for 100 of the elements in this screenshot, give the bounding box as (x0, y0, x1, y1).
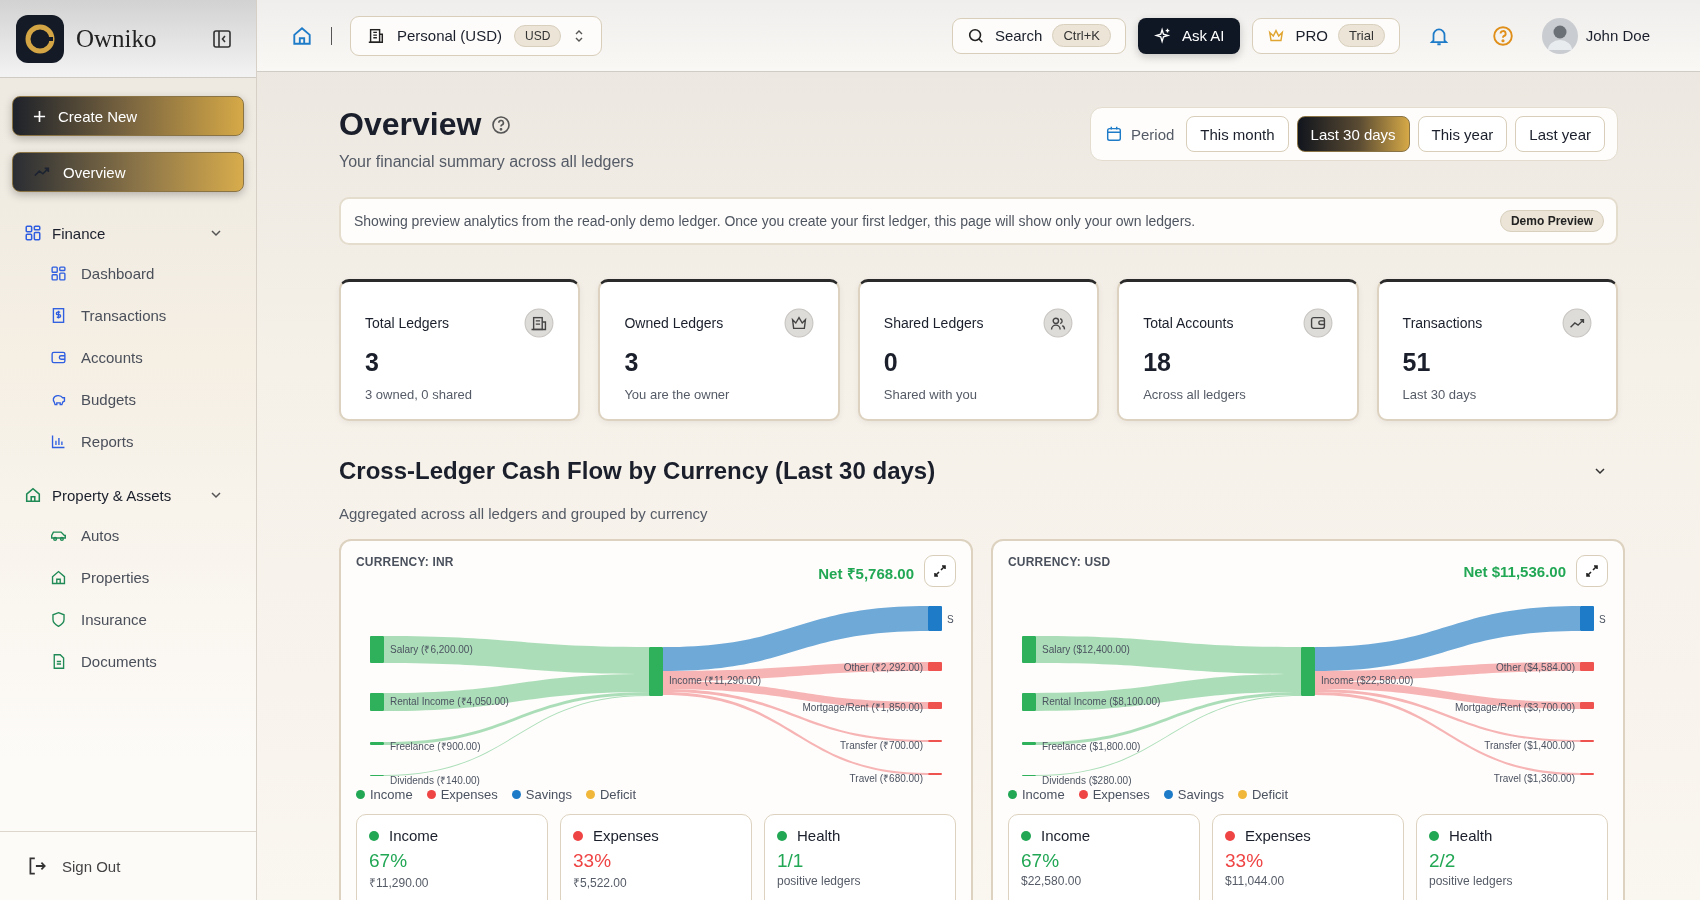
chevron-icon[interactable] (210, 227, 222, 239)
legend-label: Expenses (1092, 787, 1150, 802)
sidebar-item[interactable]: Transactions (12, 294, 244, 336)
legend-label: Income (370, 787, 413, 802)
stat-title: Shared Ledgers (883, 315, 984, 331)
stat-value: 0 (883, 348, 899, 377)
metric-detail: positive ledgers (1429, 874, 1514, 888)
ledger-selector[interactable]: Personal (USD) USD (350, 15, 603, 56)
period-tab[interactable]: Last 30 days (1296, 116, 1410, 152)
sidebar-item[interactable]: Properties (12, 556, 244, 598)
crown-icon (783, 308, 814, 338)
wallet-icon (1302, 308, 1333, 338)
metric-detail: ₹5,522.00 (573, 875, 628, 891)
stat-value: 3 (624, 348, 640, 377)
metric-label: Health (797, 827, 841, 844)
expand-icon (1584, 563, 1600, 579)
overview-nav-item[interactable]: Overview (12, 152, 244, 192)
sidebar-item[interactable]: Reports (12, 420, 244, 462)
metric-detail: $11,044.00 (1225, 874, 1286, 888)
collapse-sidebar-icon[interactable] (212, 28, 232, 49)
metric-detail: positive ledgers (777, 874, 862, 888)
stat-note: Last 30 days (1402, 387, 1478, 402)
flow-label: Dividends ($280.00) (1042, 775, 1132, 786)
page-subtitle: Your financial summary across all ledgers (339, 153, 634, 171)
nav-group-header[interactable]: Finance (12, 214, 244, 252)
flow-label: Transfer (₹700.00) (840, 740, 923, 751)
logo-icon (16, 14, 64, 63)
banner-text: Showing preview analytics from the read-only demo ledger. Once you create your first ledger, this page will show only your own ledgers. (354, 213, 1196, 229)
chevron-icon[interactable] (1594, 465, 1606, 477)
sidebar-item[interactable]: Accounts (12, 336, 244, 378)
stat-title: Total Accounts (1143, 315, 1234, 331)
users-icon (1043, 308, 1074, 338)
legend-label: Deficit (1252, 787, 1289, 802)
flow-label: Freelance (₹900.00) (390, 741, 481, 752)
metric-label: Expenses (1245, 827, 1311, 844)
stat-title: Total Ledgers (365, 315, 450, 331)
currency-label: CURRENCY: USD (1008, 555, 1112, 569)
flow-label: Transfer ($1,400.00) (1484, 740, 1575, 751)
legend-label: Savings (1177, 787, 1224, 802)
help-icon[interactable] (491, 114, 512, 135)
flow-label: Salary (₹6,200.00) (390, 644, 473, 655)
sidebar-item[interactable]: Dashboard (12, 252, 244, 294)
currency-label: CURRENCY: INR (356, 555, 455, 569)
metric-label: Income (389, 827, 439, 844)
flow-label: Other ($4,584.00) (1496, 662, 1575, 673)
section-title: Cross-Ledger Cash Flow by Currency (Last 30 days) (339, 457, 936, 485)
metric-value: 33% (1225, 850, 1265, 872)
flow-label: Other (₹2,292.00) (843, 662, 923, 673)
brand-name: Owniko (76, 24, 158, 53)
flow-label: Income ($22,580.00) (1321, 675, 1414, 686)
stat-title: Owned Ledgers (624, 315, 724, 331)
flow-label: Rental Income (₹4,050.00) (390, 696, 509, 707)
sidebar-item[interactable]: Budgets (12, 378, 244, 420)
period-tab[interactable]: This month (1186, 116, 1289, 152)
search-icon (966, 26, 985, 45)
expand-button[interactable] (924, 555, 956, 587)
home-icon[interactable] (291, 24, 313, 47)
chevron-icon[interactable] (210, 489, 222, 501)
flow-label: Income (₹11,290.00) (669, 675, 761, 686)
expand-button[interactable] (1576, 555, 1608, 587)
stat-value: 3 (365, 348, 380, 377)
legend-label: Savings (525, 787, 572, 802)
flow-label: Dividends (₹140.00) (390, 775, 480, 786)
shortcut-badge: Ctrl+K (1052, 24, 1111, 47)
demo-badge: Demo Preview (1499, 210, 1604, 232)
transactions-icon (50, 306, 67, 324)
trend-icon (1562, 308, 1592, 338)
metric-label: Income (1041, 827, 1091, 844)
pro-plan-button[interactable]: PRO Trial (1252, 17, 1400, 54)
expand-icon (932, 563, 948, 579)
metric-value: 67% (1021, 850, 1061, 872)
calendar-icon (1105, 125, 1123, 143)
dashboard-icon (50, 264, 67, 282)
user-name[interactable]: John Doe (1585, 27, 1650, 44)
net-amount: Net ₹5,768.00 (818, 564, 914, 583)
period-label: Period (1131, 125, 1175, 143)
flow-label: Travel (₹680.00) (849, 773, 923, 784)
sidebar-item[interactable]: Insurance (12, 598, 244, 640)
flow-label: Mortgage/Rent ($3,700.00) (1454, 702, 1575, 713)
search-button[interactable]: Search Ctrl+K (951, 17, 1126, 54)
sidebar-item[interactable]: Autos (12, 514, 244, 556)
period-tab[interactable]: Last year (1515, 116, 1605, 152)
trial-badge: Trial (1338, 24, 1385, 47)
nav-group-header[interactable]: Property & Assets (12, 476, 244, 514)
stat-note: 3 owned, 0 shared (365, 387, 473, 402)
house-icon (24, 486, 42, 504)
period-tab[interactable]: This year (1417, 116, 1508, 152)
page-title: Overview (339, 106, 482, 143)
avatar[interactable] (1541, 17, 1578, 54)
stat-note: You are the owner (624, 387, 731, 402)
sign-out-link[interactable]: Sign Out (0, 831, 256, 900)
metric-label: Health (1449, 827, 1493, 844)
sidebar-item[interactable]: Documents (12, 640, 244, 682)
ask-ai-button[interactable]: Ask AI (1137, 17, 1241, 54)
stat-value: 18 (1143, 348, 1172, 377)
flow-label: Freelance ($1,800.00) (1042, 741, 1141, 752)
building-icon (367, 26, 385, 45)
currency-badge: USD (514, 24, 562, 47)
metric-value: 1/1 (777, 850, 805, 872)
create-new-button[interactable]: Create New (12, 96, 244, 136)
